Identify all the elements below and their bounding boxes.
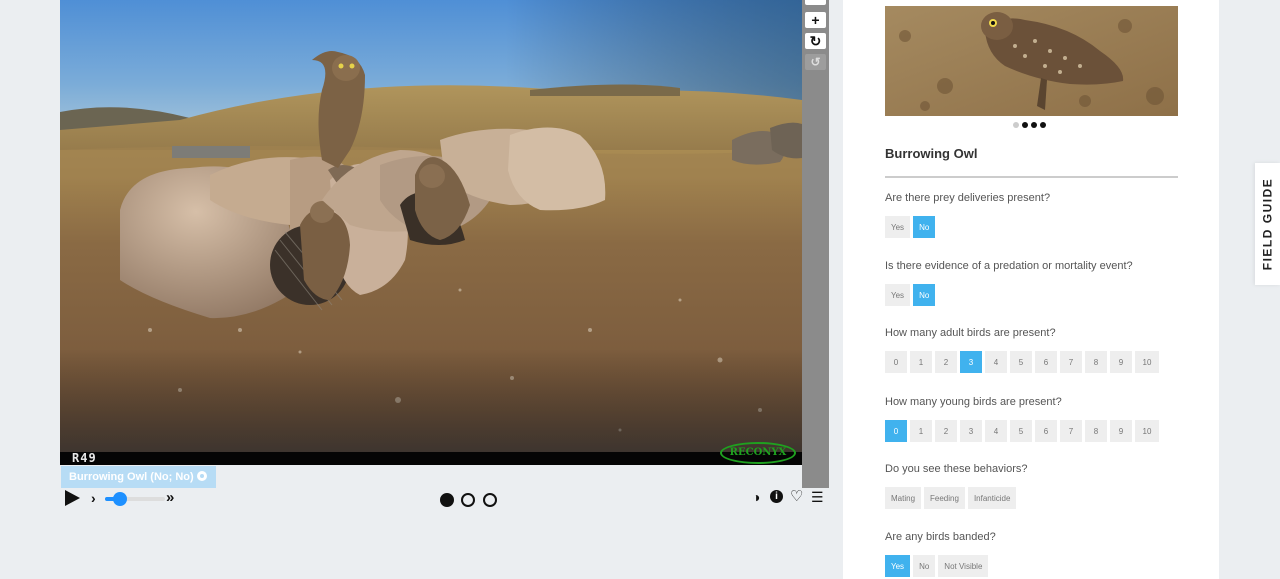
answer-option-button[interactable]: 5: [1010, 420, 1032, 442]
question-text: Is there evidence of a predation or mort…: [885, 260, 1133, 272]
rotate-button[interactable]: ↻: [805, 33, 826, 49]
answer-option-button[interactable]: 9: [1110, 420, 1132, 442]
answer-options: 0 1 2 3 4 5 6 7 8 9 10: [885, 420, 1159, 442]
plus-icon: +: [811, 12, 820, 28]
answer-option-button[interactable]: 3: [960, 351, 982, 373]
carousel-dot[interactable]: [1040, 122, 1046, 128]
answer-option-button[interactable]: 10: [1135, 420, 1159, 442]
example-carousel-dots: [1013, 122, 1046, 128]
heart-icon[interactable]: ♡: [790, 489, 803, 505]
info-icon[interactable]: i: [770, 490, 783, 503]
camera-info-strip: [60, 452, 802, 465]
slider-handle[interactable]: [113, 492, 127, 506]
slower-icon[interactable]: ›: [91, 490, 96, 506]
contrast-icon[interactable]: ◑: [752, 489, 760, 505]
play-button[interactable]: [65, 490, 80, 506]
frame-1-button[interactable]: [440, 493, 454, 507]
answer-option-button[interactable]: 9: [1110, 351, 1132, 373]
answer-options: Yes No Not Visible: [885, 555, 989, 577]
answer-options: 0 1 2 3 4 5 6 7 8 9 10: [885, 351, 1159, 373]
annotation-label-text: Burrowing Owl (No; No): [69, 471, 194, 483]
answer-option-button[interactable]: No: [913, 216, 936, 238]
answer-options: Yes No: [885, 284, 936, 306]
zoom-out-button[interactable]: [805, 0, 826, 5]
answer-option-button[interactable]: 6: [1035, 351, 1057, 373]
zoom-in-button[interactable]: +: [805, 12, 826, 28]
answer-option-button[interactable]: 3: [960, 420, 982, 442]
annotation-marker-icon: [196, 471, 207, 481]
subject-image[interactable]: [60, 0, 802, 465]
answer-option-button[interactable]: 2: [935, 420, 957, 442]
reset-button[interactable]: ↺: [805, 54, 826, 70]
answer-option-button[interactable]: 1: [910, 351, 932, 373]
answer-option-button[interactable]: 2: [935, 351, 957, 373]
carousel-dot[interactable]: [1022, 122, 1028, 128]
field-guide-label: FIELD GUIDE: [1260, 177, 1275, 271]
classify-page: R49 RECONYX + ↻ ↺ Burrowing Owl (No; No)…: [0, 0, 1280, 579]
answer-option-button[interactable]: No: [913, 555, 936, 577]
carousel-dot[interactable]: [1013, 122, 1019, 128]
answer-option-button[interactable]: Yes: [885, 555, 911, 577]
faster-icon[interactable]: »: [166, 489, 174, 506]
answer-option-button[interactable]: 8: [1085, 420, 1107, 442]
question-text: Are any birds banded?: [885, 531, 996, 543]
species-example-image[interactable]: [885, 6, 1178, 116]
field-guide-tab[interactable]: FIELD GUIDE: [1255, 163, 1280, 285]
annotation-label[interactable]: Burrowing Owl (No; No): [61, 466, 216, 488]
subject-viewer[interactable]: R49 RECONYX: [60, 0, 802, 465]
answer-option-button[interactable]: 0: [885, 351, 907, 373]
answer-options: Yes No: [885, 216, 936, 238]
answer-options: Mating Feeding Infanticide: [885, 487, 1017, 509]
answer-option-button[interactable]: Yes: [885, 284, 911, 306]
answer-option-button[interactable]: Not Visible: [938, 555, 989, 577]
species-name: Burrowing Owl: [885, 146, 978, 161]
question-text: How many young birds are present?: [885, 396, 1062, 408]
answer-option-button[interactable]: 10: [1135, 351, 1159, 373]
camera-id: R49: [72, 451, 97, 465]
answer-option-button[interactable]: 1: [910, 420, 932, 442]
collection-list-icon[interactable]: ☰: [811, 489, 824, 505]
answer-option-button[interactable]: Mating: [885, 487, 922, 509]
carousel-dot[interactable]: [1031, 122, 1037, 128]
frame-3-button[interactable]: [483, 493, 497, 507]
reset-icon: ↺: [810, 55, 821, 69]
playback-speed-slider[interactable]: [105, 492, 165, 506]
answer-option-button[interactable]: 7: [1060, 420, 1082, 442]
divider: [885, 176, 1178, 178]
answer-option-button[interactable]: No: [913, 284, 936, 306]
frame-2-button[interactable]: [461, 493, 475, 507]
answer-option-button[interactable]: Yes: [885, 216, 911, 238]
question-text: Are there prey deliveries present?: [885, 192, 1051, 204]
question-text: How many adult birds are present?: [885, 327, 1056, 339]
answer-option-button[interactable]: 4: [985, 420, 1007, 442]
camera-brand-logo: RECONYX: [720, 442, 796, 464]
task-panel: Burrowing Owl Are there prey deliveries …: [843, 0, 1219, 579]
answer-option-button[interactable]: Feeding: [924, 487, 965, 509]
question-text: Do you see these behaviors?: [885, 463, 1028, 475]
answer-option-button[interactable]: 8: [1085, 351, 1107, 373]
answer-option-button[interactable]: 7: [1060, 351, 1082, 373]
example-owl-photo: [885, 6, 1178, 116]
answer-option-button[interactable]: 4: [985, 351, 1007, 373]
answer-option-button[interactable]: 6: [1035, 420, 1057, 442]
rotate-icon: ↻: [809, 33, 822, 49]
answer-option-button[interactable]: 0: [885, 420, 907, 442]
answer-option-button[interactable]: 5: [1010, 351, 1032, 373]
answer-option-button[interactable]: Infanticide: [967, 487, 1017, 509]
image-toolbar: + ↻ ↺: [802, 0, 829, 488]
